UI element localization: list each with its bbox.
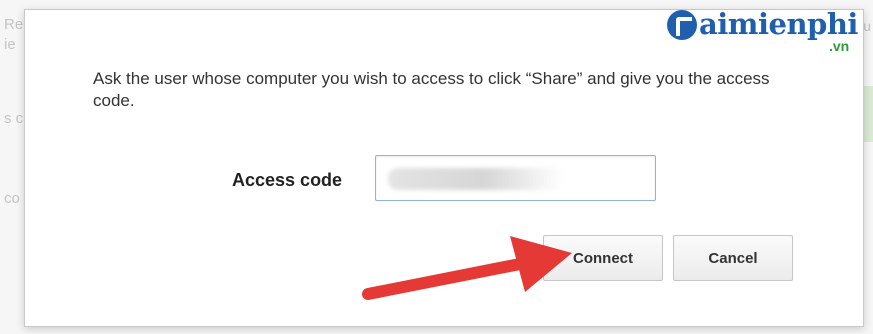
background-text-fragment: Re <box>4 16 24 33</box>
watermark-logo: aimienphi .vn <box>645 4 873 56</box>
cancel-button[interactable]: Cancel <box>673 235 793 281</box>
dialog-instructions: Ask the user whose computer you wish to … <box>93 69 770 110</box>
connect-button[interactable]: Connect <box>543 235 663 281</box>
access-code-input[interactable] <box>375 155 656 201</box>
background-text-fragment: ie <box>4 36 16 53</box>
logo-brand-text: aimienphi <box>699 7 858 41</box>
access-dialog: Ask the user whose computer you wish to … <box>24 9 864 327</box>
access-code-label: Access code <box>232 170 343 190</box>
background-text-fragment: s c <box>4 110 24 127</box>
redacted-code <box>388 168 563 190</box>
logo-domain-text: .vn <box>829 38 850 54</box>
background-text-fragment: co <box>4 190 20 207</box>
logo-t-icon <box>667 10 697 40</box>
